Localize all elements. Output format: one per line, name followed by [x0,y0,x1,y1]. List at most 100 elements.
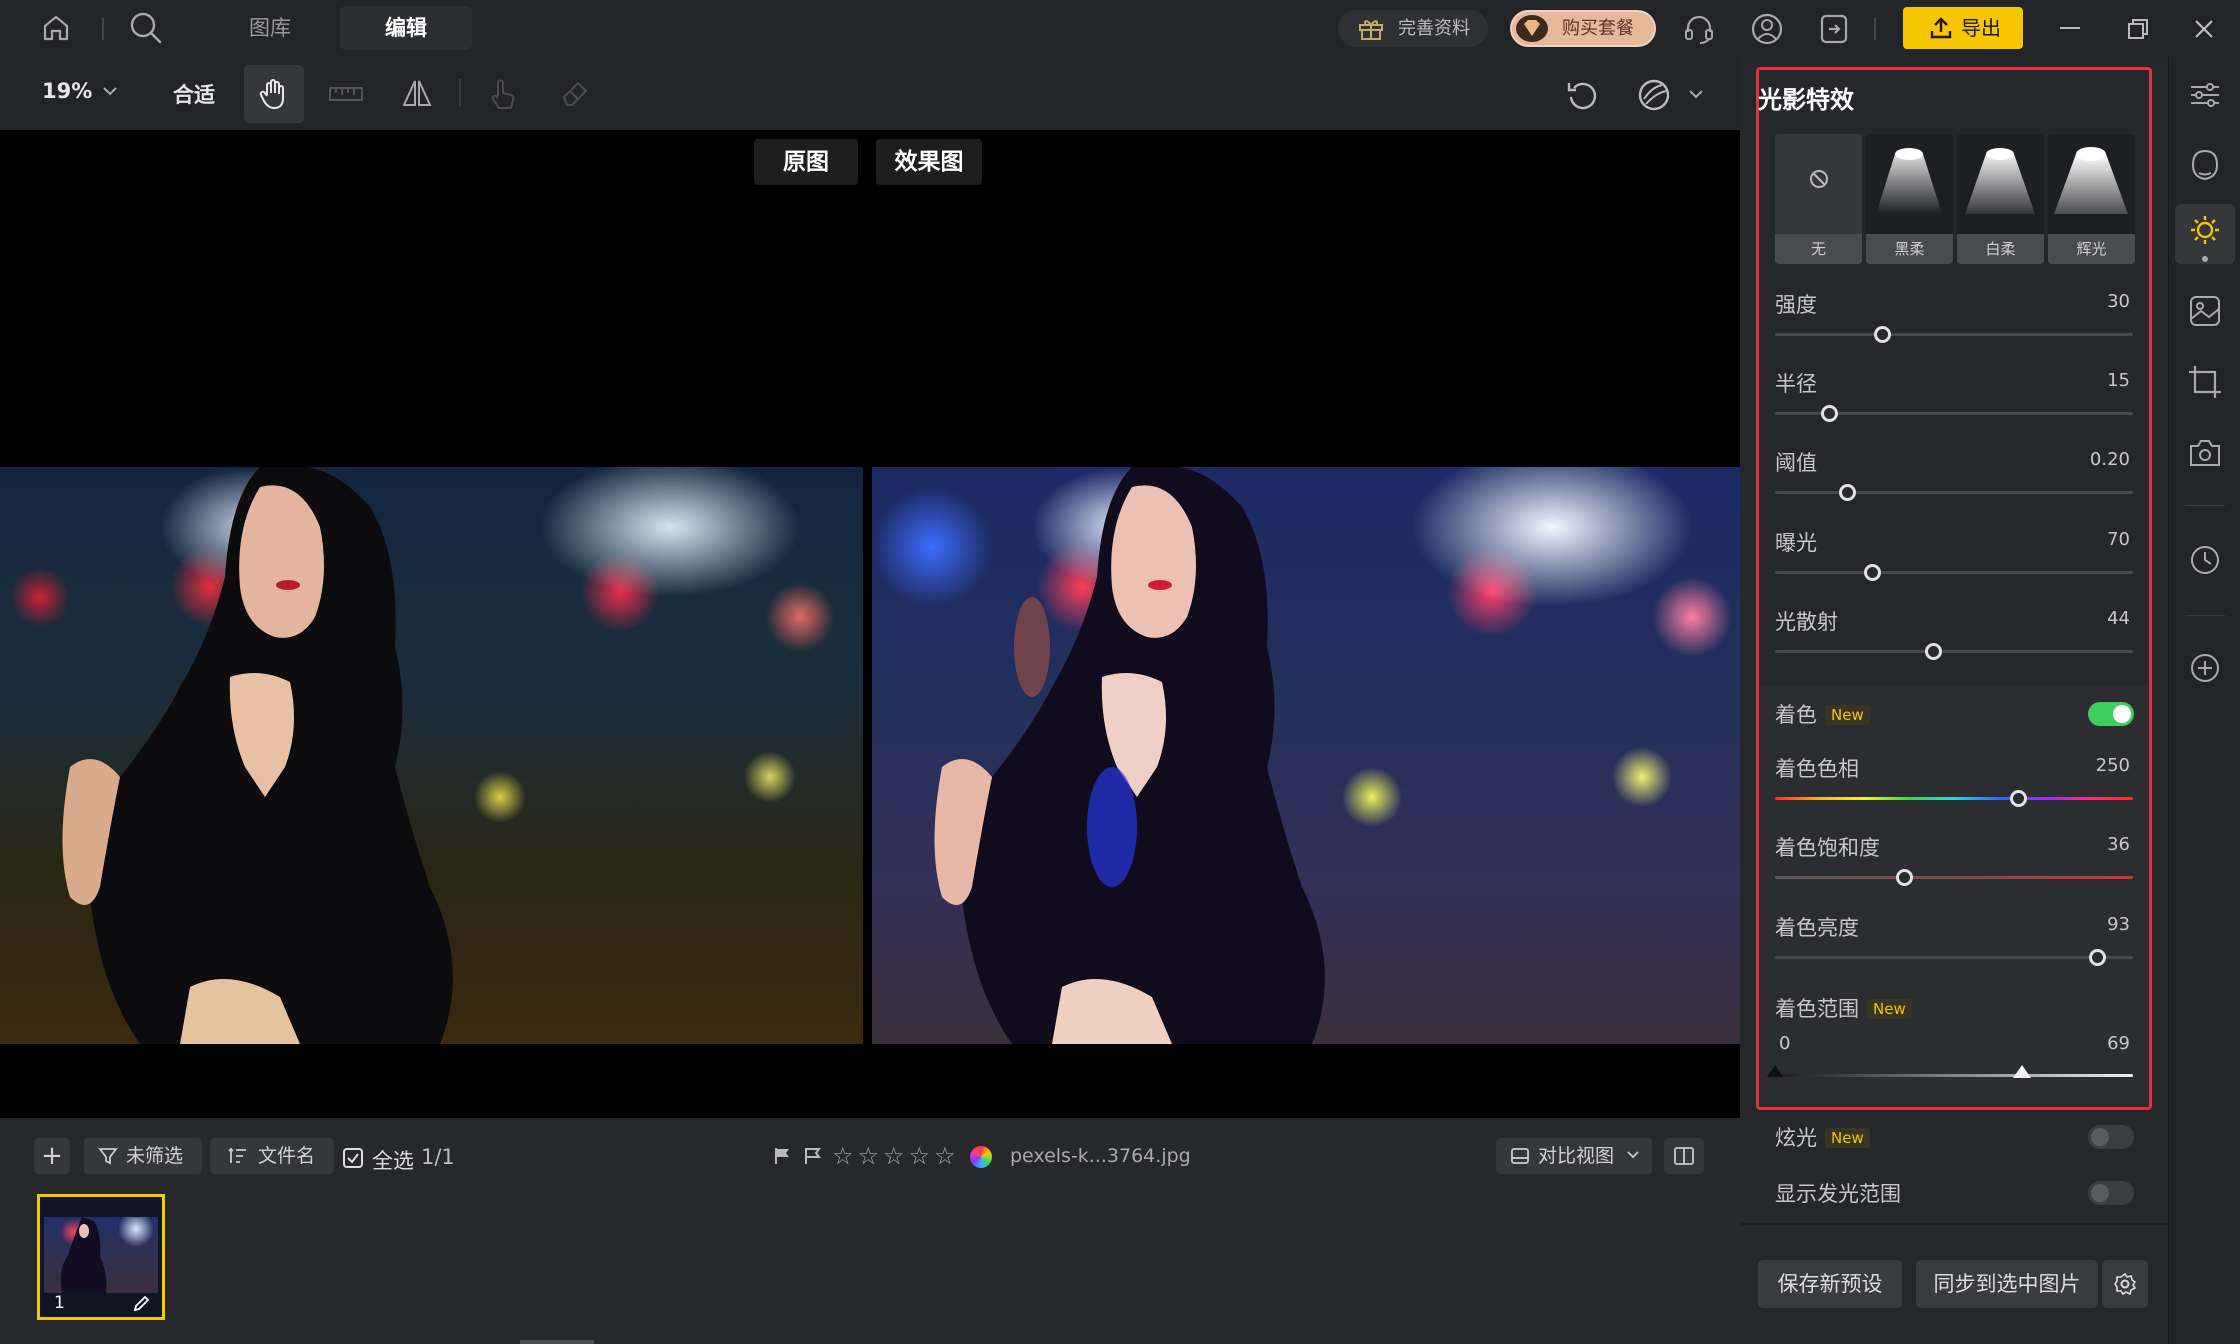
crop-icon[interactable] [2185,362,2225,402]
slider-label: 强度 [1775,293,1817,317]
filter-button[interactable]: 未筛选 [84,1138,202,1174]
history-icon[interactable] [2185,540,2225,580]
file-name: pexels-k...3764.jpg [1010,1145,1191,1167]
light-effects-tab[interactable] [2175,204,2235,264]
sync-selected-button[interactable]: 同步到选中图片 [1916,1260,2098,1308]
undo-icon[interactable] [1565,77,1601,113]
flag-icon[interactable] [773,1146,793,1166]
hue-track[interactable] [1775,790,2133,807]
preset-label: 黑柔 [1866,234,1953,264]
image-adjust-icon[interactable] [2185,291,2225,331]
checkbox-icon[interactable] [342,1147,364,1169]
eraser-icon[interactable] [558,75,592,109]
show-glow-range-toggle[interactable] [2088,1181,2134,1205]
flare-toggle[interactable] [2088,1125,2134,1149]
preset-glow[interactable]: 辉光 [2048,134,2135,264]
buy-package-button[interactable]: 购买套餐 [1510,10,1656,47]
headset-icon[interactable] [1682,12,1716,46]
slider-handle[interactable] [1863,564,1881,581]
saturation-track[interactable] [1775,869,2133,886]
effect-photo[interactable] [872,467,1740,1044]
search-icon[interactable] [128,10,164,46]
tint-toggle[interactable] [2088,702,2134,726]
add-button[interactable]: + [34,1138,70,1174]
preset-none[interactable]: 无 [1775,134,1862,264]
slider-value: 36 [2107,834,2130,855]
gear-icon [2113,1272,2137,1296]
range-track[interactable] [1767,1065,2133,1078]
export-button[interactable]: 导出 [1903,7,2023,49]
compare-view-button[interactable]: 对比视图 [1496,1138,1652,1174]
slider-track[interactable] [1775,405,2133,422]
range-high-handle[interactable] [2013,1065,2032,1078]
preset-white-soft[interactable]: 白柔 [1957,134,2044,264]
range-label-text: 着色范围 [1775,997,1859,1021]
spotlight-icon [2054,147,2128,214]
slider-handle[interactable] [1895,869,1913,886]
slider-value: 30 [2107,291,2130,312]
ruler-icon[interactable] [328,77,364,111]
settings-button[interactable] [2102,1260,2148,1308]
slider-track[interactable] [1775,564,2133,581]
tab-library[interactable]: 图库 [222,6,318,50]
sliders-icon[interactable] [2185,75,2225,115]
color-label-icon[interactable] [970,1146,992,1168]
tab-edit[interactable]: 编辑 [340,6,472,50]
slider-track[interactable] [1775,326,2133,343]
filter-label: 未筛选 [126,1145,184,1167]
split-view-button[interactable] [1664,1138,1704,1174]
slider-value: 0.20 [2089,449,2130,470]
select-all-label[interactable]: 全选 [372,1145,414,1175]
preset-label: 辉光 [2048,234,2135,264]
slider-handle[interactable] [1924,643,1942,660]
thumbnail[interactable]: 1 [37,1194,165,1320]
minimize-icon[interactable] [2060,27,2080,29]
slider-label: 曝光 [1775,531,1817,555]
fit-button[interactable]: 合适 [173,79,215,109]
camera-icon[interactable] [2185,433,2225,473]
spotlight-icon [1965,148,2035,214]
compare-view-icon [1510,1146,1530,1166]
flip-icon[interactable] [400,75,434,111]
slider-track[interactable] [1775,949,2133,966]
close-icon[interactable] [2192,17,2216,41]
divider [102,18,104,40]
complete-profile-button[interactable]: 完善资料 [1338,10,1488,47]
add-circle-icon[interactable] [2185,648,2225,688]
restore-icon[interactable] [2126,17,2150,41]
original-photo[interactable] [0,467,863,1044]
canvas-stage[interactable]: 原图 效果图 [0,130,1740,1118]
slider-track[interactable] [1775,643,2133,660]
range-low-handle[interactable] [1767,1065,1783,1077]
slider-value: 44 [2107,608,2130,629]
slider-track[interactable] [1775,484,2133,501]
hand-tool-button[interactable] [244,65,304,123]
chevron-down-icon[interactable] [102,85,118,97]
zoom-level[interactable]: 19% [42,79,92,103]
scrollbar[interactable] [520,1340,594,1344]
face-icon[interactable] [2185,145,2225,185]
slider-value: 250 [2095,755,2130,776]
touch-icon[interactable] [486,75,520,111]
compare-circles-icon[interactable] [1636,77,1672,113]
preset-black-soft[interactable]: 黑柔 [1866,134,1953,264]
user-icon[interactable] [1750,12,1784,46]
sort-icon [228,1147,248,1165]
slider-handle[interactable] [1838,484,1856,501]
slider-label: 着色色相 [1775,757,1859,781]
divider [2185,505,2225,506]
sort-button[interactable]: 文件名 [210,1138,334,1174]
divider [1874,18,1876,40]
edited-pencil-icon [132,1293,152,1313]
slider-handle[interactable] [1820,405,1838,422]
rating-stars[interactable]: ☆☆☆☆☆ [832,1142,960,1170]
new-badge: New [1825,705,1870,725]
chevron-down-icon[interactable] [1688,88,1704,100]
gift-icon [1358,17,1384,41]
import-icon[interactable] [1817,12,1851,46]
home-icon[interactable] [40,12,72,44]
reject-flag-icon[interactable] [803,1146,823,1166]
slider-label: 着色亮度 [1775,916,1859,940]
upload-icon [1929,16,1953,40]
save-preset-button[interactable]: 保存新预设 [1758,1260,1902,1308]
